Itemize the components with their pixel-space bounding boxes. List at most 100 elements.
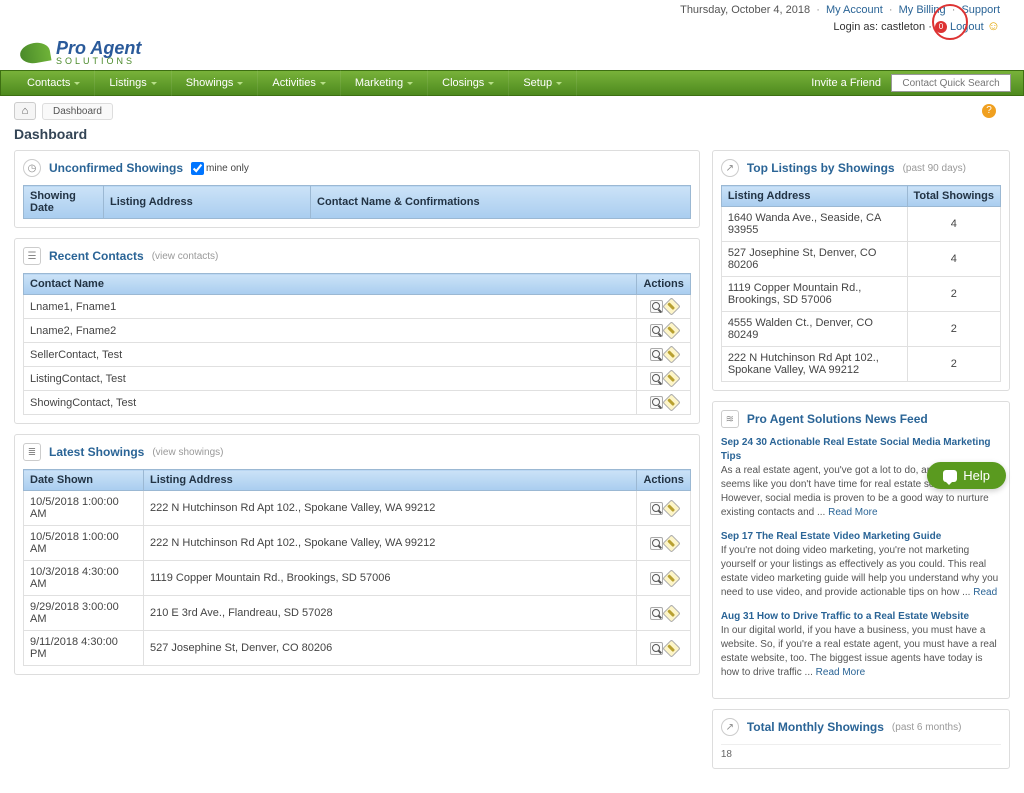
edit-icon[interactable] — [662, 604, 680, 622]
top-listings-title: Top Listings by Showings — [747, 161, 895, 175]
clock-icon: ◷ — [23, 159, 41, 177]
breadcrumb-item[interactable]: Dashboard — [42, 103, 113, 120]
address-cell: 527 Josephine St, Denver, CO 80206 — [721, 242, 907, 277]
date-cell: 9/11/2018 4:30:00 PM — [24, 631, 144, 666]
view-icon[interactable] — [650, 642, 663, 655]
my-account-link[interactable]: My Account — [826, 4, 883, 16]
edit-icon[interactable] — [662, 569, 680, 587]
logo-swoosh-icon — [18, 40, 51, 65]
table-row: 1119 Copper Mountain Rd., Brookings, SD … — [721, 277, 1000, 312]
address-cell: 1119 Copper Mountain Rd., Brookings, SD … — [721, 277, 907, 312]
chevron-down-icon — [151, 82, 157, 85]
chevron-down-icon — [556, 82, 562, 85]
recent-contacts-panel: ☰ Recent Contacts (view contacts) Contac… — [14, 238, 700, 424]
col-listing-address: Listing Address — [721, 186, 907, 207]
address-cell: 210 E 3rd Ave., Flandreau, SD 57028 — [144, 596, 637, 631]
recent-contacts-table: Contact Name Actions Lname1, Fname1Lname… — [23, 273, 691, 415]
view-icon[interactable] — [650, 502, 663, 515]
chart-icon: ↗ — [721, 159, 739, 177]
nav-marketing[interactable]: Marketing — [341, 70, 428, 96]
notification-badge[interactable]: 0 — [935, 21, 947, 33]
col-total-showings: Total Showings — [907, 186, 1000, 207]
view-showings-link[interactable]: (view showings) — [152, 447, 223, 458]
news-item: Aug 31 How to Drive Traffic to a Real Es… — [721, 610, 1001, 680]
nav-closings[interactable]: Closings — [428, 70, 509, 96]
nav-showings[interactable]: Showings — [172, 70, 259, 96]
read-more-link[interactable]: Read More — [816, 667, 865, 678]
logout-link[interactable]: Logout — [950, 21, 984, 33]
edit-icon[interactable] — [662, 345, 680, 363]
view-icon[interactable] — [650, 396, 663, 409]
chart-icon: ↗ — [721, 718, 739, 736]
invite-friend-link[interactable]: Invite a Friend — [811, 77, 881, 89]
view-contacts-link[interactable]: (view contacts) — [152, 251, 219, 262]
address-cell: 1640 Wanda Ave., Seaside, CA 93955 — [721, 207, 907, 242]
edit-icon[interactable] — [662, 534, 680, 552]
news-title[interactable]: Aug 31 How to Drive Traffic to a Real Es… — [721, 610, 1001, 624]
chevron-down-icon — [74, 82, 80, 85]
chevron-down-icon — [237, 82, 243, 85]
nav-listings[interactable]: Listings — [95, 70, 171, 96]
date-cell: 10/5/2018 1:00:00 AM — [24, 526, 144, 561]
col-date-shown: Date Shown — [24, 470, 144, 491]
view-icon[interactable] — [650, 300, 663, 313]
nav-setup[interactable]: Setup — [509, 70, 577, 96]
col-showing-date: Showing Date — [24, 186, 104, 219]
feedback-icon[interactable]: ☺ — [987, 18, 1000, 33]
edit-icon[interactable] — [662, 499, 680, 517]
contact-name-cell: ShowingContact, Test — [24, 391, 637, 415]
unconfirmed-showings-panel: ◷ Unconfirmed Showings mine only Showing… — [14, 150, 700, 228]
edit-icon[interactable] — [662, 369, 680, 387]
table-row: 9/11/2018 4:30:00 PM527 Josephine St, De… — [24, 631, 691, 666]
edit-icon[interactable] — [662, 297, 680, 315]
support-link[interactable]: Support — [961, 4, 1000, 16]
news-title[interactable]: Sep 17 The Real Estate Video Marketing G… — [721, 530, 1001, 544]
breadcrumb: ⌂ Dashboard ? — [14, 102, 1010, 120]
address-cell: 527 Josephine St, Denver, CO 80206 — [144, 631, 637, 666]
nav-contacts[interactable]: Contacts — [13, 70, 95, 96]
news-feed-title: Pro Agent Solutions News Feed — [747, 412, 928, 426]
total-cell: 2 — [907, 277, 1000, 312]
chat-bubble-icon — [943, 470, 957, 482]
latest-showings-table: Date Shown Listing Address Actions 10/5/… — [23, 469, 691, 666]
view-icon[interactable] — [650, 372, 663, 385]
table-row: ListingContact, Test — [24, 367, 691, 391]
page-title: Dashboard — [14, 126, 1010, 142]
help-widget[interactable]: Help — [927, 462, 1006, 489]
logo-text-main: Pro Agent — [56, 39, 141, 57]
top-listings-sub: (past 90 days) — [903, 163, 966, 174]
address-cell: 222 N Hutchinson Rd Apt 102., Spokane Va… — [144, 526, 637, 561]
view-icon[interactable] — [650, 572, 663, 585]
help-icon[interactable]: ? — [982, 104, 996, 118]
login-row: Login as: castleton · 0 Logout ☺ — [0, 18, 1024, 37]
my-billing-link[interactable]: My Billing — [899, 4, 946, 16]
table-row: Lname2, Fname2 — [24, 319, 691, 343]
monthly-title: Total Monthly Showings — [747, 720, 884, 734]
edit-icon[interactable] — [662, 321, 680, 339]
view-icon[interactable] — [650, 607, 663, 620]
mine-only-label[interactable]: mine only — [191, 162, 249, 175]
address-cell: 4555 Walden Ct., Denver, CO 80249 — [721, 312, 907, 347]
read-more-link[interactable]: Read More — [828, 507, 877, 518]
edit-icon[interactable] — [662, 639, 680, 657]
view-icon[interactable] — [650, 348, 663, 361]
logo[interactable]: Pro Agent SOLUTIONS — [20, 39, 141, 66]
edit-icon[interactable] — [662, 393, 680, 411]
view-icon[interactable] — [650, 324, 663, 337]
nav-activities[interactable]: Activities — [258, 70, 340, 96]
col-listing-address: Listing Address — [144, 470, 637, 491]
mine-only-checkbox[interactable] — [191, 162, 204, 175]
table-row: ShowingContact, Test — [24, 391, 691, 415]
news-title[interactable]: Sep 24 30 Actionable Real Estate Social … — [721, 436, 1001, 464]
home-icon[interactable]: ⌂ — [14, 102, 36, 120]
help-label: Help — [963, 468, 990, 483]
monthly-sub: (past 6 months) — [892, 722, 961, 733]
contact-quick-search-input[interactable] — [891, 74, 1011, 92]
total-cell: 2 — [907, 347, 1000, 382]
read-more-link[interactable]: Read — [973, 587, 997, 598]
address-cell: 222 N Hutchinson Rd Apt 102., Spokane Va… — [144, 491, 637, 526]
table-row: 1640 Wanda Ave., Seaside, CA 939554 — [721, 207, 1000, 242]
unconfirmed-title: Unconfirmed Showings — [49, 161, 183, 175]
monthly-chart: 18 — [721, 744, 1001, 760]
view-icon[interactable] — [650, 537, 663, 550]
